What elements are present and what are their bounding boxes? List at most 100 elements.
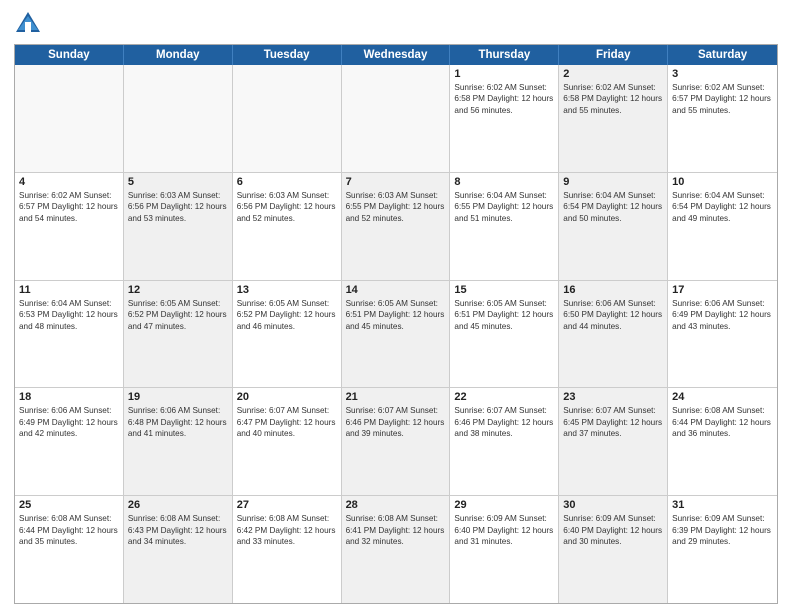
day-header-saturday: Saturday xyxy=(668,45,777,65)
day-number: 18 xyxy=(19,391,119,403)
day-number: 31 xyxy=(672,499,773,511)
week-row-4: 18 Sunrise: 6:06 AM Sunset: 6:49 PM Dayli… xyxy=(15,388,777,496)
day-number: 23 xyxy=(563,391,663,403)
cal-cell: 20 Sunrise: 6:07 AM Sunset: 6:47 PM Dayli… xyxy=(233,388,342,495)
day-number: 19 xyxy=(128,391,228,403)
day-number: 20 xyxy=(237,391,337,403)
cal-cell xyxy=(124,65,233,172)
cell-info: Sunrise: 6:05 AM Sunset: 6:51 PM Dayligh… xyxy=(454,298,554,332)
cal-cell: 10Sunrise: 6:04 AM Sunset: 6:54 PM Dayli… xyxy=(668,173,777,280)
cell-info: Sunrise: 6:02 AM Sunset: 6:57 PM Dayligh… xyxy=(19,190,119,224)
cell-info: Sunrise: 6:02 AM Sunset: 6:58 PM Dayligh… xyxy=(563,82,663,116)
day-number: 29 xyxy=(454,499,554,511)
day-number: 1 xyxy=(454,68,554,80)
page: SundayMondayTuesdayWednesdayThursdayFrid… xyxy=(0,0,792,612)
cal-cell: 29 Sunrise: 6:09 AM Sunset: 6:40 PM Dayli… xyxy=(450,496,559,603)
cell-info: Sunrise: 6:02 AM Sunset: 6:58 PM Dayligh… xyxy=(454,82,554,116)
logo-icon xyxy=(14,10,42,38)
cal-cell: 25 Sunrise: 6:08 AM Sunset: 6:44 PM Dayli… xyxy=(15,496,124,603)
day-header-tuesday: Tuesday xyxy=(233,45,342,65)
cell-info: Sunrise: 6:05 AM Sunset: 6:51 PM Dayligh… xyxy=(346,298,446,332)
day-number: 9 xyxy=(563,176,663,188)
cell-info: Sunrise: 6:07 AM Sunset: 6:46 PM Dayligh… xyxy=(346,405,446,439)
day-number: 12 xyxy=(128,284,228,296)
cell-info: Sunrise: 6:08 AM Sunset: 6:44 PM Dayligh… xyxy=(19,513,119,547)
logo xyxy=(14,10,46,38)
cal-cell: 12 Sunrise: 6:05 AM Sunset: 6:52 PM Dayli… xyxy=(124,281,233,388)
cell-info: Sunrise: 6:06 AM Sunset: 6:49 PM Dayligh… xyxy=(672,298,773,332)
day-number: 3 xyxy=(672,68,773,80)
day-number: 7 xyxy=(346,176,446,188)
day-number: 30 xyxy=(563,499,663,511)
cell-info: Sunrise: 6:05 AM Sunset: 6:52 PM Dayligh… xyxy=(128,298,228,332)
cell-info: Sunrise: 6:04 AM Sunset: 6:53 PM Dayligh… xyxy=(19,298,119,332)
cell-info: Sunrise: 6:03 AM Sunset: 6:56 PM Dayligh… xyxy=(237,190,337,224)
cal-cell: 28 Sunrise: 6:08 AM Sunset: 6:41 PM Dayli… xyxy=(342,496,451,603)
day-header-sunday: Sunday xyxy=(15,45,124,65)
cell-info: Sunrise: 6:08 AM Sunset: 6:43 PM Dayligh… xyxy=(128,513,228,547)
day-number: 15 xyxy=(454,284,554,296)
day-header-wednesday: Wednesday xyxy=(342,45,451,65)
cal-cell: 26Sunrise: 6:08 AM Sunset: 6:43 PM Dayli… xyxy=(124,496,233,603)
cell-info: Sunrise: 6:02 AM Sunset: 6:57 PM Dayligh… xyxy=(672,82,773,116)
day-number: 16 xyxy=(563,284,663,296)
cell-info: Sunrise: 6:08 AM Sunset: 6:41 PM Dayligh… xyxy=(346,513,446,547)
cal-cell: 15 Sunrise: 6:05 AM Sunset: 6:51 PM Dayli… xyxy=(450,281,559,388)
cell-info: Sunrise: 6:03 AM Sunset: 6:56 PM Dayligh… xyxy=(128,190,228,224)
cal-cell: 7 Sunrise: 6:03 AM Sunset: 6:55 PM Daylig… xyxy=(342,173,451,280)
calendar-body: 1 Sunrise: 6:02 AM Sunset: 6:58 PM Daylig… xyxy=(15,65,777,603)
day-number: 28 xyxy=(346,499,446,511)
cal-cell: 23Sunrise: 6:07 AM Sunset: 6:45 PM Dayli… xyxy=(559,388,668,495)
cal-cell: 14 Sunrise: 6:05 AM Sunset: 6:51 PM Dayli… xyxy=(342,281,451,388)
cell-info: Sunrise: 6:04 AM Sunset: 6:55 PM Dayligh… xyxy=(454,190,554,224)
day-number: 11 xyxy=(19,284,119,296)
day-number: 25 xyxy=(19,499,119,511)
day-header-thursday: Thursday xyxy=(450,45,559,65)
cell-info: Sunrise: 6:07 AM Sunset: 6:47 PM Dayligh… xyxy=(237,405,337,439)
cal-cell: 5Sunrise: 6:03 AM Sunset: 6:56 PM Daylig… xyxy=(124,173,233,280)
cal-cell: 21 Sunrise: 6:07 AM Sunset: 6:46 PM Dayli… xyxy=(342,388,451,495)
cal-cell: 13 Sunrise: 6:05 AM Sunset: 6:52 PM Dayli… xyxy=(233,281,342,388)
cal-cell: 3 Sunrise: 6:02 AM Sunset: 6:57 PM Daylig… xyxy=(668,65,777,172)
cell-info: Sunrise: 6:08 AM Sunset: 6:42 PM Dayligh… xyxy=(237,513,337,547)
cal-cell: 31 Sunrise: 6:09 AM Sunset: 6:39 PM Dayli… xyxy=(668,496,777,603)
cell-info: Sunrise: 6:09 AM Sunset: 6:39 PM Dayligh… xyxy=(672,513,773,547)
cal-cell xyxy=(342,65,451,172)
calendar-header-row: SundayMondayTuesdayWednesdayThursdayFrid… xyxy=(15,45,777,65)
cal-cell: 24Sunrise: 6:08 AM Sunset: 6:44 PM Dayli… xyxy=(668,388,777,495)
header xyxy=(14,10,778,38)
cell-info: Sunrise: 6:09 AM Sunset: 6:40 PM Dayligh… xyxy=(563,513,663,547)
cal-cell xyxy=(15,65,124,172)
cal-cell: 6Sunrise: 6:03 AM Sunset: 6:56 PM Daylig… xyxy=(233,173,342,280)
cal-cell: 27 Sunrise: 6:08 AM Sunset: 6:42 PM Dayli… xyxy=(233,496,342,603)
cell-info: Sunrise: 6:06 AM Sunset: 6:48 PM Dayligh… xyxy=(128,405,228,439)
cell-info: Sunrise: 6:06 AM Sunset: 6:50 PM Dayligh… xyxy=(563,298,663,332)
cell-info: Sunrise: 6:05 AM Sunset: 6:52 PM Dayligh… xyxy=(237,298,337,332)
cal-cell: 16 Sunrise: 6:06 AM Sunset: 6:50 PM Dayli… xyxy=(559,281,668,388)
day-number: 21 xyxy=(346,391,446,403)
day-number: 17 xyxy=(672,284,773,296)
cal-cell: 19 Sunrise: 6:06 AM Sunset: 6:48 PM Dayli… xyxy=(124,388,233,495)
cell-info: Sunrise: 6:09 AM Sunset: 6:40 PM Dayligh… xyxy=(454,513,554,547)
day-number: 2 xyxy=(563,68,663,80)
cal-cell: 30 Sunrise: 6:09 AM Sunset: 6:40 PM Dayli… xyxy=(559,496,668,603)
day-number: 13 xyxy=(237,284,337,296)
cell-info: Sunrise: 6:07 AM Sunset: 6:46 PM Dayligh… xyxy=(454,405,554,439)
cal-cell: 22Sunrise: 6:07 AM Sunset: 6:46 PM Dayli… xyxy=(450,388,559,495)
cal-cell: 2 Sunrise: 6:02 AM Sunset: 6:58 PM Daylig… xyxy=(559,65,668,172)
cell-info: Sunrise: 6:04 AM Sunset: 6:54 PM Dayligh… xyxy=(563,190,663,224)
cell-info: Sunrise: 6:03 AM Sunset: 6:55 PM Dayligh… xyxy=(346,190,446,224)
day-number: 4 xyxy=(19,176,119,188)
day-number: 24 xyxy=(672,391,773,403)
week-row-2: 4 Sunrise: 6:02 AM Sunset: 6:57 PM Daylig… xyxy=(15,173,777,281)
week-row-3: 11 Sunrise: 6:04 AM Sunset: 6:53 PM Dayli… xyxy=(15,281,777,389)
day-number: 27 xyxy=(237,499,337,511)
cal-cell: 8 Sunrise: 6:04 AM Sunset: 6:55 PM Daylig… xyxy=(450,173,559,280)
day-number: 14 xyxy=(346,284,446,296)
calendar: SundayMondayTuesdayWednesdayThursdayFrid… xyxy=(14,44,778,604)
cal-cell: 4 Sunrise: 6:02 AM Sunset: 6:57 PM Daylig… xyxy=(15,173,124,280)
day-number: 8 xyxy=(454,176,554,188)
cell-info: Sunrise: 6:06 AM Sunset: 6:49 PM Dayligh… xyxy=(19,405,119,439)
cal-cell: 11 Sunrise: 6:04 AM Sunset: 6:53 PM Dayli… xyxy=(15,281,124,388)
day-number: 10 xyxy=(672,176,773,188)
